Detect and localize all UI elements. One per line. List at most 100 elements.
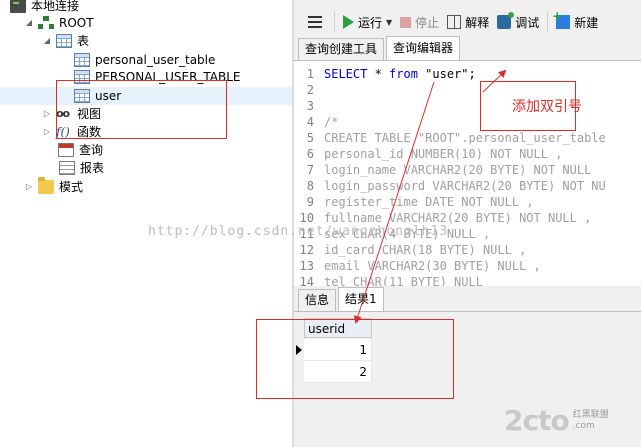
- row-pointer-icon: [296, 345, 302, 355]
- sql-text: *: [367, 67, 390, 81]
- sql-comment: id_card CHAR(18 BYTE) NULL ,: [324, 243, 527, 257]
- watermark-text: http://blog.csdn.net/wangzhonglh13: [148, 224, 449, 239]
- tree-models-label: 模式: [59, 180, 84, 194]
- table-row[interactable]: 1: [294, 339, 374, 361]
- menu-button[interactable]: [308, 10, 326, 34]
- tree-views-label: 视图: [77, 107, 102, 121]
- query-toolbar: 运行 ▼ 停止 解释 调试 新建: [294, 8, 641, 36]
- line-number: 9: [306, 195, 314, 209]
- chevron-down-icon[interactable]: ▼: [386, 18, 392, 27]
- line-number: 7: [306, 163, 314, 177]
- code-line: 6 personal_id NUMBER(10) NOT NULL ,: [294, 146, 563, 162]
- run-label: 运行: [358, 15, 383, 30]
- toolbar-separator: [334, 12, 335, 32]
- code-line: 8 login_password VARCHAR2(20 BYTE) NOT NU: [294, 178, 606, 194]
- table-row[interactable]: 2: [294, 361, 374, 383]
- code-line: 14 tel CHAR(11 BYTE) NULL: [294, 274, 483, 286]
- tab-query-editor[interactable]: 查询编辑器: [386, 36, 461, 60]
- explain-icon: [447, 15, 462, 29]
- table-cell[interactable]: 1: [304, 339, 372, 361]
- sql-comment: register_time DATE NOT NULL ,: [324, 195, 534, 209]
- glasses-icon: oo: [56, 107, 70, 120]
- sql-editor[interactable]: 1 SELECT * from "user"; 2 3 4 /* 5 CREATE T…: [294, 61, 641, 286]
- sql-keyword: SELECT: [324, 67, 368, 81]
- debug-icon: [497, 12, 515, 29]
- annotation-text: 添加双引号: [512, 99, 582, 115]
- collapse-icon[interactable]: ◢: [24, 18, 34, 28]
- explain-label: 解释: [465, 15, 490, 30]
- tree-table-label: user: [95, 89, 122, 103]
- tree-queries[interactable]: 查询: [58, 141, 103, 159]
- tree-table-item[interactable]: PERSONAL_USER_TABLE: [74, 68, 241, 86]
- tree-functions[interactable]: ▷ f() 函数: [42, 123, 101, 141]
- logo-subtext-top: 红黑联盟: [572, 409, 609, 420]
- new-icon: [552, 9, 571, 29]
- code-line: 13 email VARCHAR2(30 BYTE) NULL ,: [294, 258, 541, 274]
- tree-connection-label: 本地连接: [31, 0, 80, 13]
- code-line: 9 register_time DATE NOT NULL ,: [294, 194, 534, 210]
- tree-queries-label: 查询: [79, 143, 104, 157]
- table-icon: [74, 53, 90, 67]
- code-line: 3: [294, 98, 324, 114]
- debug-button[interactable]: 调试: [497, 10, 539, 34]
- line-number: 13: [299, 259, 314, 273]
- line-number: 12: [299, 243, 314, 257]
- tree-schema-root[interactable]: ◢ ROOT: [24, 14, 94, 32]
- expand-icon[interactable]: ▷: [42, 109, 52, 119]
- line-number: 4: [306, 115, 314, 129]
- tab-info[interactable]: 信息: [298, 289, 337, 311]
- expand-icon[interactable]: ▷: [24, 182, 34, 192]
- table-icon: [74, 89, 90, 103]
- tree-table-label: personal_user_table: [95, 53, 216, 67]
- new-button[interactable]: 新建: [552, 9, 598, 34]
- line-number: 1: [306, 67, 314, 81]
- table-icon: [74, 70, 90, 84]
- tree-tables-group[interactable]: ◢ 表: [42, 32, 89, 50]
- stop-label: 停止: [415, 15, 440, 30]
- row-header[interactable]: [294, 339, 304, 361]
- logo-text: 2cto: [504, 404, 570, 437]
- code-line: 12 id_card CHAR(18 BYTE) NULL ,: [294, 242, 527, 258]
- expand-icon[interactable]: ▷: [42, 127, 52, 137]
- folder-icon: [38, 177, 54, 194]
- explain-button[interactable]: 解释: [447, 10, 489, 34]
- line-number: 6: [306, 147, 314, 161]
- stop-button[interactable]: 停止: [400, 10, 439, 34]
- sql-comment: email VARCHAR2(30 BYTE) NULL ,: [324, 259, 541, 273]
- code-line: 7 login_name VARCHAR2(20 BYTE) NOT NULL: [294, 162, 592, 178]
- tab-query-builder[interactable]: 查询创建工具: [298, 38, 385, 60]
- line-number: 14: [299, 275, 314, 286]
- table-cell[interactable]: 2: [304, 361, 372, 383]
- line-number: 3: [306, 99, 314, 113]
- row-header[interactable]: [294, 361, 304, 383]
- line-number: 8: [306, 179, 314, 193]
- tree-models[interactable]: ▷ 模式: [24, 177, 84, 196]
- code-line: 1 SELECT * from "user";: [294, 66, 476, 82]
- site-logo: 2cto 红黑联盟 .com: [504, 404, 609, 437]
- run-button[interactable]: 运行 ▼: [343, 10, 392, 34]
- code-line: 5 CREATE TABLE "ROOT".personal_user_table: [294, 130, 606, 146]
- tab-result-1[interactable]: 结果1: [338, 287, 384, 311]
- line-number: 2: [306, 83, 314, 97]
- tree-reports[interactable]: 报表: [59, 159, 104, 177]
- tree-table-item[interactable]: personal_user_table: [74, 51, 215, 69]
- sql-comment: tel CHAR(11 BYTE) NULL: [324, 275, 483, 286]
- tree-schema-label: ROOT: [59, 16, 94, 30]
- column-header-userid[interactable]: userid: [304, 318, 372, 338]
- tree-reports-label: 报表: [80, 161, 105, 175]
- sql-comment: fullname VARCHAR2(20 BYTE) NOT NULL ,: [324, 211, 592, 225]
- toolbar-separator: [547, 12, 549, 32]
- stop-icon: [400, 16, 412, 28]
- tree-connection[interactable]: 本地连接: [10, 0, 79, 15]
- schema-icon: [38, 16, 54, 30]
- tree-table-item-selected[interactable]: user: [0, 87, 292, 105]
- run-icon: [343, 15, 354, 29]
- logo-subtext-bottom: .com: [572, 420, 595, 431]
- sql-comment: personal_id NUMBER(10) NOT NULL ,: [324, 147, 563, 161]
- sql-comment: /*: [324, 115, 339, 129]
- report-icon: [59, 161, 75, 175]
- tree-views[interactable]: ▷ oo 视图: [42, 105, 101, 123]
- tree-table-label: PERSONAL_USER_TABLE: [95, 70, 241, 84]
- collapse-icon[interactable]: ◢: [42, 36, 52, 46]
- sql-keyword: from: [389, 67, 418, 81]
